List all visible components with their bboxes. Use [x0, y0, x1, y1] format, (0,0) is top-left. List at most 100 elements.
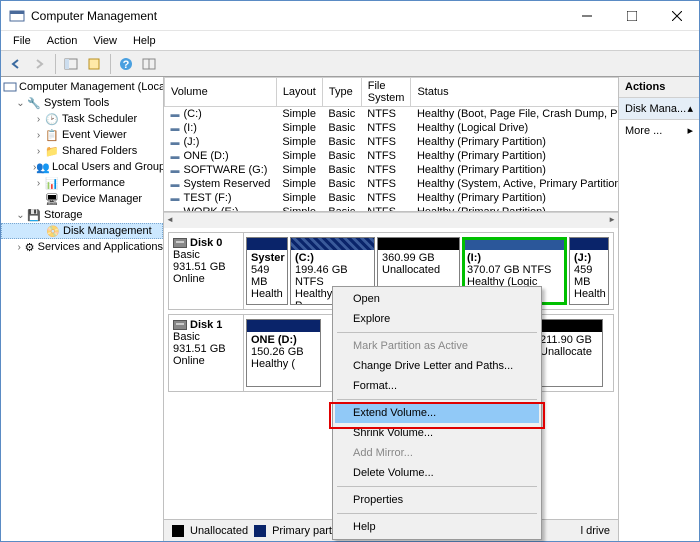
menu-separator — [337, 486, 537, 487]
disk-icon — [173, 320, 187, 330]
tree-label: Performance — [62, 177, 125, 189]
tree-label: System Tools — [44, 97, 109, 109]
volume-cell-status: Healthy (Primary Partition) — [411, 135, 618, 149]
context-menu: Open Explore Mark Partition as Active Ch… — [332, 286, 542, 540]
window-title: Computer Management — [31, 9, 564, 23]
volume-cell-fs: NTFS — [361, 149, 411, 163]
partition-status: Unallocate — [540, 346, 598, 358]
volume-cell-status: Healthy (Primary Partition) — [411, 149, 618, 163]
tree-performance[interactable]: ›📊Performance — [1, 175, 163, 191]
actions-header: Actions — [619, 77, 699, 98]
close-button[interactable] — [654, 1, 699, 30]
menu-file[interactable]: File — [5, 33, 39, 49]
volume-cell-fs: NTFS — [361, 191, 411, 205]
disk-header[interactable]: Disk 1Basic931.51 GBOnline — [169, 315, 244, 391]
tree-local-users[interactable]: ›👥Local Users and Groups — [1, 159, 163, 175]
help-button[interactable]: ? — [115, 53, 137, 75]
volume-cell-type: Basic — [322, 177, 361, 191]
expander-icon[interactable]: › — [33, 114, 44, 125]
ctx-explore[interactable]: Explore — [335, 309, 539, 329]
tree-system-tools[interactable]: ⌄🔧System Tools — [1, 95, 163, 111]
ctx-add-mirror: Add Mirror... — [335, 443, 539, 463]
partition-bar — [463, 238, 566, 250]
back-button[interactable] — [5, 53, 27, 75]
col-filesystem[interactable]: File System — [361, 78, 411, 107]
properties-button[interactable] — [83, 53, 105, 75]
col-volume[interactable]: Volume — [165, 78, 277, 107]
volume-row[interactable]: (J:)SimpleBasicNTFSHealthy (Primary Part… — [165, 135, 619, 149]
volume-row[interactable]: (I:)SimpleBasicNTFSHealthy (Logical Driv… — [165, 121, 619, 135]
tree-services-apps[interactable]: ›⚙Services and Applications — [1, 239, 163, 255]
forward-button[interactable] — [28, 53, 50, 75]
collapse-icon[interactable]: ▴ — [687, 102, 693, 115]
volume-list[interactable]: Volume Layout Type File System Status (C… — [164, 77, 618, 212]
tree-disk-management[interactable]: 📀Disk Management — [1, 223, 163, 239]
volume-row[interactable]: WORK (E:)SimpleBasicNTFSHealthy (Primary… — [165, 205, 619, 213]
tree-label: Storage — [44, 209, 83, 221]
ctx-change-drive-letter[interactable]: Change Drive Letter and Paths... — [335, 356, 539, 376]
partition-label: Syster — [251, 252, 283, 264]
ctx-open[interactable]: Open — [335, 289, 539, 309]
col-status[interactable]: Status — [411, 78, 618, 107]
ctx-properties[interactable]: Properties — [335, 490, 539, 510]
navigation-tree[interactable]: Computer Management (Local ⌄🔧System Tool… — [1, 77, 164, 541]
tree-device-manager[interactable]: 🖥Device Manager — [1, 191, 163, 207]
menu-action[interactable]: Action — [39, 33, 86, 49]
volume-cell-layout: Simple — [276, 191, 322, 205]
tree-root[interactable]: Computer Management (Local — [1, 79, 163, 95]
ctx-shrink-volume[interactable]: Shrink Volume... — [335, 423, 539, 443]
ctx-extend-volume[interactable]: Extend Volume... — [335, 403, 539, 423]
ctx-format[interactable]: Format... — [335, 376, 539, 396]
volume-cell-type: Basic — [322, 121, 361, 135]
expander-icon[interactable]: › — [33, 178, 44, 189]
menu-view[interactable]: View — [85, 33, 125, 49]
horizontal-scrollbar[interactable] — [164, 212, 618, 228]
menu-help[interactable]: Help — [125, 33, 164, 49]
volume-cell-layout: Simple — [276, 107, 322, 121]
tree-task-scheduler[interactable]: ›🕑Task Scheduler — [1, 111, 163, 127]
refresh-button[interactable] — [138, 53, 160, 75]
partition[interactable]: (J:)459 MBHealth — [569, 237, 609, 305]
show-hide-button[interactable] — [60, 53, 82, 75]
volume-cell-type: Basic — [322, 205, 361, 213]
menu-separator — [337, 332, 537, 333]
partition-bar — [570, 238, 608, 250]
actions-section[interactable]: Disk Mana...▴ — [619, 98, 699, 120]
volume-cell-name: (C:) — [165, 107, 277, 121]
expander-icon[interactable]: › — [33, 146, 44, 157]
tree-shared-folders[interactable]: ›📁Shared Folders — [1, 143, 163, 159]
partition-size: 150.26 GB — [251, 346, 316, 358]
volume-cell-fs: NTFS — [361, 135, 411, 149]
tree-storage[interactable]: ⌄💾Storage — [1, 207, 163, 223]
partition[interactable]: ONE (D:)150.26 GBHealthy ( — [246, 319, 321, 387]
volume-cell-status: Healthy (Logical Drive) — [411, 121, 618, 135]
disk-state: Online — [173, 273, 239, 285]
expander-icon[interactable]: › — [15, 242, 23, 253]
volume-row[interactable]: SOFTWARE (G:)SimpleBasicNTFSHealthy (Pri… — [165, 163, 619, 177]
svg-text:?: ? — [123, 59, 130, 71]
disk-header[interactable]: Disk 0Basic931.51 GBOnline — [169, 233, 244, 309]
volume-cell-name: System Reserved — [165, 177, 277, 191]
volume-row[interactable]: TEST (F:)SimpleBasicNTFSHealthy (Primary… — [165, 191, 619, 205]
tree-label: Disk Management — [63, 225, 152, 237]
app-icon — [9, 8, 25, 24]
partition[interactable]: 211.90 GBUnallocate — [535, 319, 603, 387]
actions-more[interactable]: More ...▸ — [619, 120, 699, 141]
volume-row[interactable]: (C:)SimpleBasicNTFSHealthy (Boot, Page F… — [165, 107, 619, 121]
expander-icon[interactable]: ⌄ — [15, 98, 26, 109]
tree-event-viewer[interactable]: ›📋Event Viewer — [1, 127, 163, 143]
partition-label: (I:) — [467, 252, 562, 264]
ctx-mark-active: Mark Partition as Active — [335, 336, 539, 356]
ctx-delete-volume[interactable]: Delete Volume... — [335, 463, 539, 483]
ctx-help[interactable]: Help — [335, 517, 539, 537]
volume-row[interactable]: ONE (D:)SimpleBasicNTFSHealthy (Primary … — [165, 149, 619, 163]
col-type[interactable]: Type — [322, 78, 361, 107]
partition[interactable]: Syster549 MBHealth — [246, 237, 288, 305]
expander-icon[interactable]: › — [33, 130, 44, 141]
minimize-button[interactable] — [564, 1, 609, 30]
col-layout[interactable]: Layout — [276, 78, 322, 107]
expander-icon[interactable]: ⌄ — [15, 210, 26, 221]
volume-row[interactable]: System ReservedSimpleBasicNTFSHealthy (S… — [165, 177, 619, 191]
volume-cell-layout: Simple — [276, 177, 322, 191]
maximize-button[interactable] — [609, 1, 654, 30]
